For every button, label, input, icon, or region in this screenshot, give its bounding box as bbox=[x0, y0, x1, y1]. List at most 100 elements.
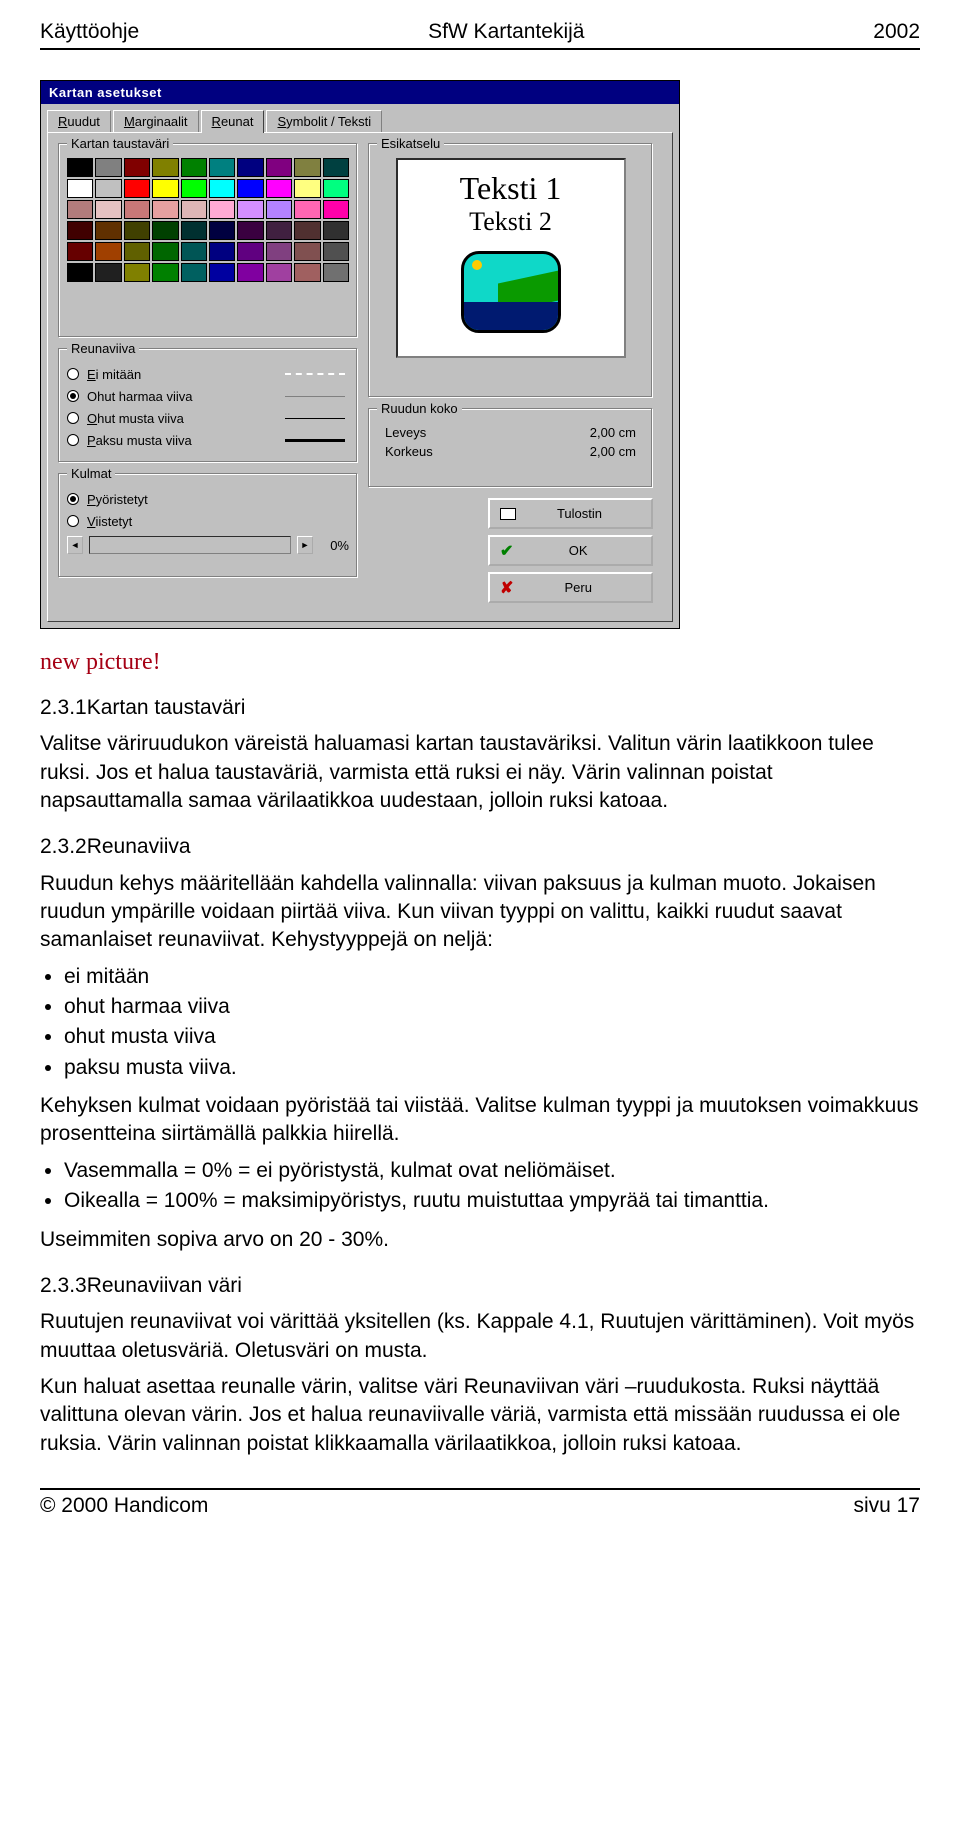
slider-right-arrow-icon[interactable]: ► bbox=[297, 536, 313, 554]
page-header: Käyttöohje SfW Kartantekijä 2002 bbox=[40, 20, 920, 50]
border-option[interactable]: Ohut musta viiva bbox=[67, 407, 349, 429]
color-swatch[interactable] bbox=[294, 221, 320, 240]
color-swatch[interactable] bbox=[323, 242, 349, 261]
color-swatch[interactable] bbox=[124, 242, 150, 261]
color-swatch[interactable] bbox=[266, 221, 292, 240]
color-swatch[interactable] bbox=[294, 263, 320, 282]
color-swatch[interactable] bbox=[67, 179, 93, 198]
color-swatch[interactable] bbox=[152, 179, 178, 198]
color-swatch[interactable] bbox=[152, 263, 178, 282]
color-swatch[interactable] bbox=[294, 200, 320, 219]
list-1: ei mitäänohut harmaa viivaohut musta vii… bbox=[64, 963, 920, 1082]
line-preview-icon bbox=[285, 439, 345, 442]
printer-button[interactable]: Tulostin bbox=[488, 498, 653, 529]
tab-ruudut[interactable]: Ruudut bbox=[47, 110, 111, 132]
radio-icon bbox=[67, 390, 79, 402]
sun-icon bbox=[472, 260, 482, 270]
list-item: Oikealla = 100% = maksimipyöristys, ruut… bbox=[64, 1187, 920, 1215]
color-swatch[interactable] bbox=[124, 179, 150, 198]
color-swatch[interactable] bbox=[237, 242, 263, 261]
header-left: Käyttöohje bbox=[40, 20, 139, 44]
dialog-titlebar[interactable]: Kartan asetukset bbox=[41, 81, 679, 104]
color-swatch[interactable] bbox=[237, 200, 263, 219]
corner-slider-row: ◄ ► 0% bbox=[67, 536, 349, 554]
color-swatch[interactable] bbox=[266, 158, 292, 177]
color-swatch[interactable] bbox=[323, 179, 349, 198]
color-swatch[interactable] bbox=[181, 179, 207, 198]
corner-slider[interactable] bbox=[89, 536, 291, 554]
slider-left-arrow-icon[interactable]: ◄ bbox=[67, 536, 83, 554]
tab-reunat[interactable]: Reunat bbox=[201, 110, 265, 133]
corner-option[interactable]: Pyöristetyt bbox=[67, 488, 349, 510]
color-swatch[interactable] bbox=[323, 263, 349, 282]
color-swatch[interactable] bbox=[323, 200, 349, 219]
color-swatch[interactable] bbox=[294, 179, 320, 198]
color-swatch[interactable] bbox=[181, 200, 207, 219]
color-swatch[interactable] bbox=[152, 200, 178, 219]
group-bgcolor: Kartan taustaväri bbox=[58, 143, 358, 338]
border-option[interactable]: Paksu musta viiva bbox=[67, 429, 349, 451]
preview-canvas: Teksti 1 Teksti 2 bbox=[396, 158, 626, 358]
color-swatch[interactable] bbox=[209, 263, 235, 282]
color-swatch[interactable] bbox=[181, 158, 207, 177]
color-swatch[interactable] bbox=[181, 263, 207, 282]
color-swatch[interactable] bbox=[237, 158, 263, 177]
border-option[interactable]: Ei mitään bbox=[67, 363, 349, 385]
color-swatch[interactable] bbox=[152, 221, 178, 240]
color-swatch[interactable] bbox=[152, 158, 178, 177]
color-swatch[interactable] bbox=[181, 242, 207, 261]
color-swatch[interactable] bbox=[152, 242, 178, 261]
ok-button[interactable]: ✔ OK bbox=[488, 535, 653, 566]
color-swatch[interactable] bbox=[67, 242, 93, 261]
size-height-label: Korkeus bbox=[385, 444, 590, 459]
color-swatch[interactable] bbox=[209, 200, 235, 219]
color-swatch[interactable] bbox=[67, 221, 93, 240]
color-swatch[interactable] bbox=[95, 263, 121, 282]
tab-marginaalit[interactable]: Marginaalit bbox=[113, 110, 199, 132]
color-swatch[interactable] bbox=[124, 200, 150, 219]
color-swatch[interactable] bbox=[95, 158, 121, 177]
color-swatch[interactable] bbox=[95, 242, 121, 261]
color-swatch[interactable] bbox=[181, 221, 207, 240]
color-swatch[interactable] bbox=[67, 200, 93, 219]
para-5: Ruutujen reunaviivat voi värittää yksite… bbox=[40, 1308, 920, 1365]
para-2: Ruudun kehys määritellään kahdella valin… bbox=[40, 870, 920, 955]
color-swatch[interactable] bbox=[209, 242, 235, 261]
cancel-button[interactable]: ✘ Peru bbox=[488, 572, 653, 603]
color-swatch[interactable] bbox=[124, 158, 150, 177]
color-swatch[interactable] bbox=[294, 158, 320, 177]
color-swatch[interactable] bbox=[237, 179, 263, 198]
color-swatch[interactable] bbox=[95, 179, 121, 198]
border-option[interactable]: Ohut harmaa viiva bbox=[67, 385, 349, 407]
tab-strip: Ruudut Marginaalit Reunat Symbolit / Tek… bbox=[41, 104, 679, 132]
color-swatch[interactable] bbox=[95, 221, 121, 240]
color-swatch[interactable] bbox=[67, 263, 93, 282]
para-1: Valitse väriruudukon väreistä haluamasi … bbox=[40, 730, 920, 815]
color-swatch[interactable] bbox=[209, 179, 235, 198]
color-swatch[interactable] bbox=[266, 179, 292, 198]
color-swatch[interactable] bbox=[237, 263, 263, 282]
heading-2-3-2: 2.3.2Reunaviiva bbox=[40, 833, 920, 861]
color-swatch[interactable] bbox=[95, 200, 121, 219]
size-width-value: 2,00 cm bbox=[590, 425, 636, 440]
group-size-label: Ruudun koko bbox=[377, 401, 462, 416]
tab-symbolit[interactable]: Symbolit / Teksti bbox=[266, 110, 382, 132]
para-6: Kun haluat asettaa reunalle värin, valit… bbox=[40, 1373, 920, 1458]
color-swatch[interactable] bbox=[294, 242, 320, 261]
color-swatch[interactable] bbox=[124, 263, 150, 282]
color-swatch[interactable] bbox=[323, 221, 349, 240]
corner-option[interactable]: Viistetyt bbox=[67, 510, 349, 532]
line-preview-icon bbox=[285, 373, 345, 375]
color-swatch[interactable] bbox=[266, 242, 292, 261]
color-swatch[interactable] bbox=[209, 221, 235, 240]
color-swatch[interactable] bbox=[209, 158, 235, 177]
color-swatch[interactable] bbox=[237, 221, 263, 240]
radio-icon bbox=[67, 434, 79, 446]
color-swatch[interactable] bbox=[323, 158, 349, 177]
preview-text-2: Teksti 2 bbox=[408, 207, 614, 237]
color-swatch[interactable] bbox=[124, 221, 150, 240]
color-swatch[interactable] bbox=[266, 263, 292, 282]
new-picture-caption: new picture! bbox=[40, 649, 920, 676]
color-swatch[interactable] bbox=[67, 158, 93, 177]
color-swatch[interactable] bbox=[266, 200, 292, 219]
